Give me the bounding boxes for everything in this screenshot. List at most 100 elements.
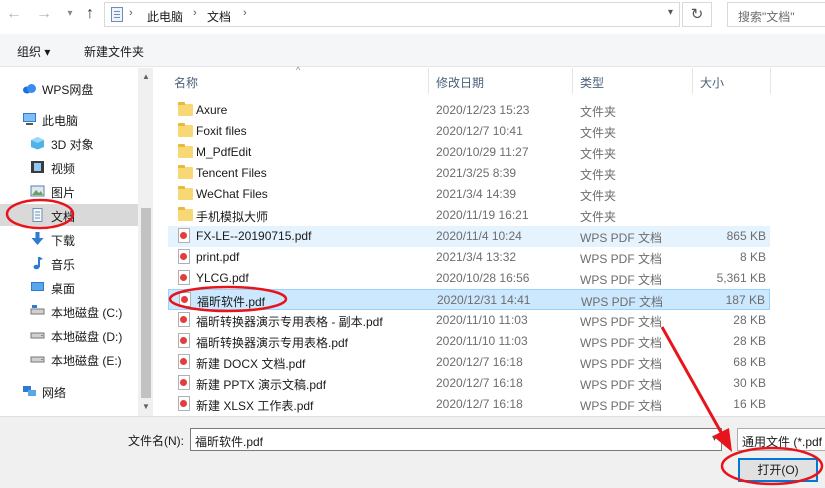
file-date: 2020/10/28 16:56 bbox=[436, 271, 530, 285]
command-bar: 组织 ▾ 新建文件夹 bbox=[0, 34, 825, 67]
file-row[interactable]: 福昕转换器演示专用表格 - 副本.pdf 2020/11/10 11:03 WPS … bbox=[168, 310, 770, 331]
nav-item-network[interactable]: 网络 bbox=[0, 380, 138, 402]
file-row[interactable]: 新建 DOCX 文档.pdf 2020/12/7 16:18 WPS PDF 文档 6… bbox=[168, 352, 770, 373]
nav-item-drive-c[interactable]: 本地磁盘 (C:) bbox=[0, 300, 138, 322]
file-name: Tencent Files bbox=[196, 166, 267, 180]
file-name: 福昕软件.pdf bbox=[197, 295, 266, 309]
file-name: Axure bbox=[196, 103, 228, 117]
film-icon bbox=[31, 161, 44, 173]
refresh-icon[interactable]: ↻ bbox=[682, 2, 712, 27]
folder-row[interactable]: Tencent Files 2021/3/25 8:39 文件夹 bbox=[168, 163, 770, 184]
file-row[interactable]: print.pdf 2021/3/4 13:32 WPS PDF 文档 8 KB bbox=[168, 247, 770, 268]
file-date: 2020/12/7 16:18 bbox=[436, 376, 523, 390]
folder-row[interactable]: 手机模拟大师 2020/11/19 16:21 文件夹 bbox=[168, 205, 770, 226]
breadcrumb-separator-icon: › bbox=[243, 7, 247, 19]
folder-row[interactable]: Axure 2020/12/23 15:23 文件夹 bbox=[168, 100, 770, 121]
nav-item-pictures[interactable]: 图片 bbox=[0, 180, 138, 202]
folder-row[interactable]: WeChat Files 2021/3/4 14:39 文件夹 bbox=[168, 184, 770, 205]
nav-item-3d-objects[interactable]: 3D 对象 bbox=[0, 132, 138, 154]
back-arrow-icon[interactable]: ← bbox=[4, 4, 24, 24]
folder-icon bbox=[178, 123, 193, 137]
up-arrow-icon[interactable]: ↑ bbox=[80, 4, 100, 24]
organize-menu-button[interactable]: 组织 ▾ bbox=[17, 43, 50, 60]
file-size: 30 KB bbox=[733, 376, 766, 390]
address-bar[interactable]: › 此电脑 › 文档 › ▾ bbox=[104, 2, 680, 27]
nav-scrollbar-thumb[interactable] bbox=[141, 208, 151, 398]
breadcrumb-documents[interactable]: 文档 bbox=[207, 8, 231, 25]
dialog-footer: 文件名(N): 福昕软件.pdf ▾ 通用文件 (*.pdf 打开(O) bbox=[0, 416, 825, 488]
file-type: 文件夹 bbox=[580, 147, 617, 161]
file-name: M_PdfEdit bbox=[196, 145, 252, 159]
drive-icon bbox=[30, 305, 45, 315]
search-input[interactable]: 搜索"文档" bbox=[727, 2, 825, 27]
file-date: 2020/11/4 10:24 bbox=[436, 229, 522, 243]
file-date: 2020/12/23 15:23 bbox=[436, 103, 530, 117]
folder-icon bbox=[178, 165, 193, 179]
scroll-down-arrow-icon[interactable]: ▼ bbox=[139, 402, 153, 411]
file-name: 新建 DOCX 文档.pdf bbox=[196, 357, 306, 371]
column-header-name[interactable]: 名称 bbox=[174, 74, 198, 100]
nav-item-videos[interactable]: 视频 bbox=[0, 156, 138, 178]
nav-item-drive-e[interactable]: 本地磁盘 (E:) bbox=[0, 348, 138, 370]
nav-item-downloads[interactable]: 下载 bbox=[0, 228, 138, 250]
file-name: 新建 PPTX 演示文稿.pdf bbox=[196, 378, 327, 392]
scroll-up-arrow-icon[interactable]: ▲ bbox=[139, 72, 153, 81]
file-row[interactable]: 新建 XLSX 工作表.pdf 2020/12/7 16:18 WPS PDF 文档… bbox=[168, 394, 770, 415]
file-type: WPS PDF 文档 bbox=[580, 399, 663, 413]
file-type: 文件夹 bbox=[580, 210, 617, 224]
nav-item-desktop[interactable]: 桌面 bbox=[0, 276, 138, 298]
file-name: 手机模拟大师 bbox=[196, 210, 269, 224]
drive-icon bbox=[30, 356, 45, 363]
open-button[interactable]: 打开(O) bbox=[738, 458, 818, 482]
column-divider[interactable] bbox=[692, 68, 693, 94]
breadcrumb-this-pc[interactable]: 此电脑 bbox=[147, 8, 183, 25]
new-folder-button[interactable]: 新建文件夹 bbox=[84, 43, 144, 60]
file-type: 文件夹 bbox=[580, 189, 617, 203]
file-type: WPS PDF 文档 bbox=[580, 231, 663, 245]
file-size: 5,361 KB bbox=[716, 271, 766, 285]
column-divider[interactable] bbox=[572, 68, 573, 94]
file-name: 新建 XLSX 工作表.pdf bbox=[196, 399, 314, 413]
document-icon bbox=[32, 208, 43, 222]
file-name: Foxit files bbox=[196, 124, 247, 138]
file-name: 福昕转换器演示专用表格 - 副本.pdf bbox=[196, 315, 383, 329]
column-divider[interactable] bbox=[428, 68, 429, 94]
pdf-file-icon bbox=[178, 228, 190, 243]
file-row[interactable]: 福昕转换器演示专用表格.pdf 2020/11/10 11:03 WPS PDF 文… bbox=[168, 331, 770, 352]
folder-row[interactable]: M_PdfEdit 2020/10/29 11:27 文件夹 bbox=[168, 142, 770, 163]
file-type: WPS PDF 文档 bbox=[580, 357, 663, 371]
nav-item-wps-cloud[interactable]: WPS网盘 bbox=[0, 77, 138, 99]
nav-item-this-pc[interactable]: 此电脑 bbox=[0, 108, 138, 130]
forward-arrow-icon[interactable]: → bbox=[34, 4, 54, 24]
document-folder-icon bbox=[111, 7, 123, 22]
recent-locations-chevron-icon[interactable]: ▾ bbox=[60, 4, 80, 24]
sort-ascending-icon: ^ bbox=[296, 65, 301, 75]
file-size: 865 KB bbox=[726, 229, 766, 243]
nav-item-drive-d[interactable]: 本地磁盘 (D:) bbox=[0, 324, 138, 346]
file-row[interactable]: 新建 PPTX 演示文稿.pdf 2020/12/7 16:18 WPS PDF 文… bbox=[168, 373, 770, 394]
filetype-select[interactable]: 通用文件 (*.pdf bbox=[737, 428, 825, 451]
filename-input[interactable]: 福昕软件.pdf ▾ bbox=[190, 428, 722, 451]
address-history-chevron-icon[interactable]: ▾ bbox=[668, 7, 673, 18]
folder-icon bbox=[178, 186, 193, 200]
file-name: WeChat Files bbox=[196, 187, 268, 201]
nav-item-documents[interactable]: 文档 bbox=[0, 204, 138, 226]
file-row[interactable]: FX-LE--20190715.pdf 2020/11/4 10:24 WPS PD… bbox=[168, 226, 770, 247]
column-header-size[interactable]: 大小 bbox=[700, 74, 724, 100]
network-icon bbox=[23, 386, 36, 396]
folder-icon bbox=[178, 207, 193, 221]
pdf-file-icon bbox=[178, 249, 190, 264]
column-divider[interactable] bbox=[770, 68, 771, 94]
file-type: 文件夹 bbox=[580, 105, 617, 119]
drive-icon bbox=[30, 332, 45, 339]
column-header-type[interactable]: 类型 bbox=[580, 74, 604, 100]
column-header-date[interactable]: 修改日期 bbox=[436, 74, 484, 100]
file-row[interactable]: 福昕软件.pdf 2020/12/31 14:41 WPS PDF 文档 187 KB bbox=[168, 289, 770, 310]
file-type: WPS PDF 文档 bbox=[580, 315, 663, 329]
filename-history-chevron-icon[interactable]: ▾ bbox=[712, 433, 717, 444]
folder-row[interactable]: Foxit files 2020/12/7 10:41 文件夹 bbox=[168, 121, 770, 142]
download-arrow-icon bbox=[31, 232, 44, 245]
file-row[interactable]: YLCG.pdf 2020/10/28 16:56 WPS PDF 文档 5,361 … bbox=[168, 268, 770, 289]
nav-item-music[interactable]: 音乐 bbox=[0, 252, 138, 274]
file-size: 16 KB bbox=[733, 397, 766, 411]
